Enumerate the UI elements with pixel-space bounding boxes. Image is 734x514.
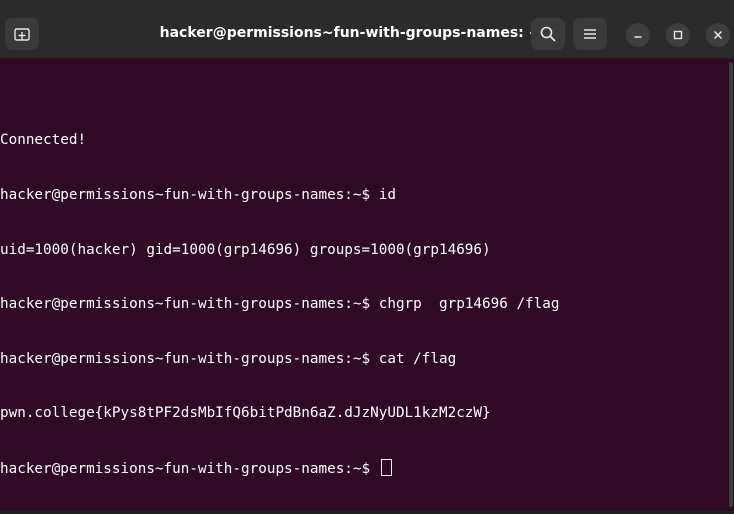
terminal-line: hacker@permissions~fun-with-groups-names… <box>0 296 560 313</box>
window-title: hacker@permissions~fun-with-groups-names… <box>159 25 541 41</box>
minimize-icon <box>634 36 642 38</box>
terminal-line: hacker@permissions~fun-with-groups-names… <box>0 350 457 367</box>
prompt-line[interactable]: hacker@permissions~fun-with-groups-names… <box>0 458 724 477</box>
shell-prompt: hacker@permissions~fun-with-groups-names… <box>0 460 379 477</box>
scrollbar[interactable] <box>729 62 733 507</box>
new-tab-button[interactable] <box>5 18 39 50</box>
minimize-button[interactable] <box>626 23 650 47</box>
close-button[interactable] <box>706 23 730 47</box>
terminal-line: uid=1000(hacker) gid=1000(grp14696) grou… <box>0 241 491 258</box>
terminal-line: hacker@permissions~fun-with-groups-names… <box>0 187 396 203</box>
search-button[interactable] <box>531 18 565 50</box>
terminal-output[interactable]: Connected! hacker@permissions~fun-with-g… <box>0 95 724 514</box>
terminal-line: pwn.college{kPys8tPF2dsMbIfQ6bitPdBn6aZ.… <box>0 405 491 422</box>
hamburger-menu-icon <box>584 29 596 39</box>
close-icon <box>713 30 723 40</box>
terminal-cursor <box>380 458 392 476</box>
maximize-button[interactable] <box>666 23 690 47</box>
terminal-line: Connected! <box>0 132 87 149</box>
title-bar: hacker@permissions~fun-with-groups-names… <box>0 0 734 59</box>
search-icon <box>540 26 556 42</box>
menu-button[interactable] <box>573 18 607 50</box>
maximize-icon <box>673 30 683 40</box>
terminal-window: hacker@permissions~fun-with-groups-names… <box>0 0 734 514</box>
new-tab-icon <box>14 28 30 41</box>
